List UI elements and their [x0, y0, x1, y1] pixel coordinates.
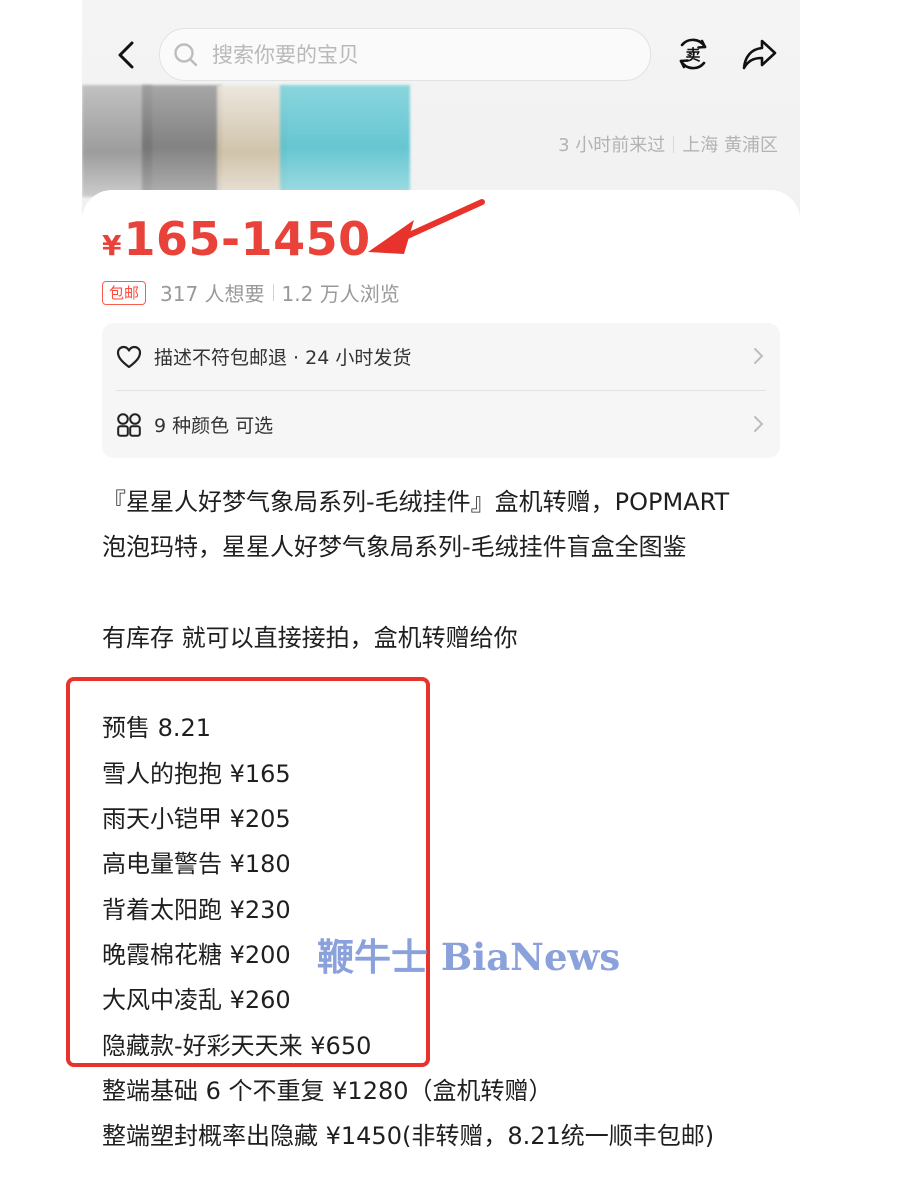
- seller-activity: 3 小时前来过 上海 黄浦区: [558, 131, 778, 157]
- grid-icon: [116, 412, 142, 438]
- svg-text:卖: 卖: [685, 46, 700, 64]
- search-input[interactable]: [210, 41, 634, 68]
- highlight-box: [66, 677, 430, 1067]
- last-seen-text: 3 小时前来过: [558, 135, 666, 156]
- service-row-guarantee[interactable]: 描述不符包邮退 · 24 小时发货: [102, 323, 780, 390]
- price: ¥ 165-1450: [102, 212, 371, 266]
- chevron-right-icon: [754, 348, 764, 364]
- description-line: 整端塑封概率出隐藏 ¥1450(非转赠，8.21统一顺丰包邮): [102, 1122, 715, 1151]
- description-line: 『星星人好梦气象局系列-毛绒挂件』盒机转赠，POPMART: [102, 488, 730, 516]
- top-nav-bar: 卖: [82, 27, 800, 83]
- chevron-right-icon: [754, 416, 764, 432]
- description-line: 泡泡玛特，星星人好梦气象局系列-毛绒挂件盲盒全图鉴: [102, 533, 687, 562]
- search-bar[interactable]: [159, 28, 651, 81]
- color-swatch-image: [82, 85, 412, 200]
- description-line: 整端基础 6 个不重复 ¥1280（盒机转赠）: [102, 1076, 553, 1105]
- product-info-card: ¥ 165-1450 包邮 317 人想要 1.2 万人浏览 描述不符包邮退 ·…: [66, 190, 802, 1186]
- sell-button[interactable]: 卖: [674, 35, 712, 73]
- product-page: 卖 3 小时前来过 上海 黄浦区 ¥ 165-1450 包邮 317 人想要 1…: [66, 0, 802, 1186]
- annotation-arrow: [368, 199, 485, 254]
- share-icon: [742, 39, 777, 70]
- free-shipping-badge: 包邮: [102, 280, 147, 305]
- watermark: 鞭牛士 BiaNews: [317, 935, 621, 979]
- chevron-left-icon: [118, 41, 134, 69]
- back-button[interactable]: [108, 37, 144, 73]
- price-currency: ¥: [102, 229, 122, 262]
- views-count: 1.2 万人浏览: [281, 282, 400, 306]
- share-button[interactable]: [740, 35, 780, 73]
- description-line: 有库存 就可以直接接拍，盒机转赠给你: [102, 623, 518, 652]
- heart-icon: [116, 344, 142, 370]
- service-panel: 描述不符包邮退 · 24 小时发货 9 种颜色 可选: [102, 323, 780, 458]
- location-text: 上海 黄浦区: [682, 135, 778, 156]
- service-colors-text: 9 种颜色 可选: [154, 415, 274, 437]
- price-range: 165-1450: [123, 212, 371, 266]
- description-line: [102, 571, 802, 616]
- wants-count: 317 人想要: [160, 282, 265, 306]
- product-meta: 包邮 317 人想要 1.2 万人浏览: [102, 278, 400, 307]
- service-guarantee-text: 描述不符包邮退 · 24 小时发货: [154, 347, 412, 369]
- service-row-colors[interactable]: 9 种颜色 可选: [102, 391, 780, 458]
- sell-icon: 卖: [679, 38, 707, 70]
- search-icon: [172, 41, 200, 69]
